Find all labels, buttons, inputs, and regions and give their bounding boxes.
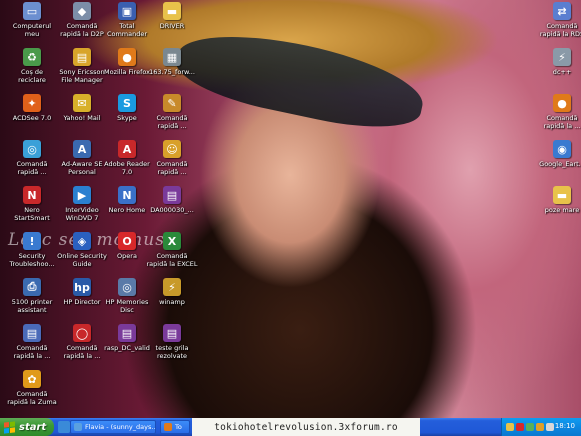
google-earth-icon: ◉ [553,140,571,158]
task-button-firefox[interactable]: To [160,420,190,434]
firefox-icon: ● [118,48,136,66]
desktop-icon[interactable]: ✿ Comandă rapidă la Zuma [2,370,62,406]
desktop-icon-label: teste grila rezolvate [155,344,189,360]
desktop-icon[interactable]: ▬ DRIVER [142,2,202,30]
acdsee-icon: ✦ [23,94,41,112]
desktop-icon-label: Comandă rapidă la ... [63,344,101,360]
desktop-icon-label: Yahoo! Mail [63,114,101,122]
desktop-icon-label: Nero StartSmart [14,206,50,222]
desktop-icon-label: Comandă rapidă ... [16,160,48,176]
site-watermark: tokiohotelrevolusion.3xforum.ro [192,418,420,436]
windvd-icon: ▶ [73,186,91,204]
desktop-icon-label: winamp [159,298,185,306]
desktop-icon[interactable]: X Comandă rapidă la EXCEL [142,232,202,268]
system-tray: 18:10 [501,418,581,436]
task-label: To [175,423,182,431]
floppy-icon: ▣ [118,2,136,20]
opera-icon: O [118,232,136,250]
windows-logo-icon [4,420,15,434]
desktop-icon[interactable]: ◉ Google_Eart... [532,140,581,168]
desktop-icon-label: Google_Eart... [539,160,581,168]
desktop-icon-label: Comandă rapidă ... [156,114,188,130]
tray-volume-icon[interactable] [546,423,554,431]
desktop-icon-label: DA000030_... [150,206,194,214]
folder-icon: ▬ [163,2,181,20]
desktop-icon-label: Comandă rapidă la ... [13,344,51,360]
shortcut-d2p-icon: ◆ [73,2,91,20]
nero-icon: N [23,186,41,204]
desktop-icon[interactable]: ▬ poze mare [532,186,581,214]
desktop-icon-label: Coș de reciclare [18,68,46,84]
desktop-icon-label: poze mare [544,206,580,214]
start-label: start [19,421,47,433]
chat-icon [74,423,82,431]
desktop-icon[interactable]: ● Comandă rapidă la ... [532,94,581,130]
desktop-icon-label: Comandă rapidă la EXCEL [146,252,198,268]
folder-icon: ▬ [553,186,571,204]
file-manager-icon: ▤ [73,48,91,66]
start-button[interactable]: start [0,418,54,436]
desktop-icon-label: ACDSee 7.0 [12,114,52,122]
quick-launch-ie-icon[interactable] [58,421,70,433]
security-icon: ! [23,232,41,250]
image-file-icon: ▦ [163,48,181,66]
desktop-icon-label: Comandă rapidă la RDS [539,22,581,38]
desktop-icon-label: Computerul meu [12,22,52,38]
winrar-icon: ▤ [163,186,181,204]
tray-messenger-icon[interactable] [536,423,544,431]
shortcut-smiley-icon: ☺ [163,140,181,158]
dcpp-icon: ⚡ [553,48,571,66]
desktop-icon-label: dc++ [552,68,572,76]
printer-icon: ⎙ [23,278,41,296]
task-button-chat[interactable]: Flavia - (sunny_days... [70,420,156,434]
hp-director-icon: hp [73,278,91,296]
shield-icon: ◈ [73,232,91,250]
tray-chevron-icon[interactable] [506,423,514,431]
tray-network-icon[interactable] [526,423,534,431]
desktop-icon-label: Opera [117,252,137,260]
desktop-icon-label: Nero Home [108,206,146,214]
firefox-shortcut-icon: ● [553,94,571,112]
shortcut-pen-icon: ✎ [163,94,181,112]
desktop-icon[interactable]: ⚡ winamp [142,278,202,306]
desktop-icon[interactable]: ▦ 163.75_forw... [142,48,202,76]
nero-home-icon: N [118,186,136,204]
desktop-icon[interactable]: ☺ Comandă rapidă ... [142,140,202,176]
desktop-icon[interactable]: ⚡ dc++ [532,48,581,76]
desktop-icon[interactable]: ▤ DA000030_... [142,186,202,214]
mail-icon: ✉ [73,94,91,112]
zuma-icon: ✿ [23,370,41,388]
network-icon: ⇄ [553,2,571,20]
desktop-icon-label: InterVideo WinDVD 7 [65,206,99,222]
shortcut-ring-icon: ◯ [73,324,91,342]
desktop-icon-label: Skype [117,114,137,122]
ad-aware-icon: A [73,140,91,158]
desktop-icon-label: HP Director [63,298,101,306]
clock[interactable]: 18:10 [555,422,575,430]
hp-disc-icon: ◎ [118,278,136,296]
task-label: Flavia - (sunny_days... [85,423,156,431]
winrar-icon: ▤ [163,324,181,342]
adobe-reader-icon: A [118,140,136,158]
tray-antivirus-icon[interactable] [516,423,524,431]
winamp-icon: ⚡ [163,278,181,296]
desktop-icon[interactable]: ▤ teste grila rezolvate [142,324,202,360]
desktop-icon-label: Security Troubleshoo... [9,252,55,268]
desktop-icon-label: Comandă rapidă ... [156,160,188,176]
recycle-bin-icon: ♻ [23,48,41,66]
winrar-icon: ▤ [118,324,136,342]
desktop-icon[interactable]: ⇄ Comandă rapidă la RDS [532,2,581,38]
desktop-icon-label: 5100 printer assistant [11,298,53,314]
desktop-icon-label: Comandă rapidă la ... [543,114,581,130]
desktop-icon-label: DRIVER [159,22,185,30]
firefox-icon [164,423,172,431]
my-computer-icon: ▭ [23,2,41,20]
desktop-icon-label: 163.75_forw... [149,68,195,76]
excel-icon: X [163,232,181,250]
desktop-icon[interactable]: ✎ Comandă rapidă ... [142,94,202,130]
skype-icon: S [118,94,136,112]
desktop-icon-label: Comandă rapidă la Zuma [7,390,57,406]
shortcut-globe-icon: ◎ [23,140,41,158]
shortcut-doc-icon: ▤ [23,324,41,342]
